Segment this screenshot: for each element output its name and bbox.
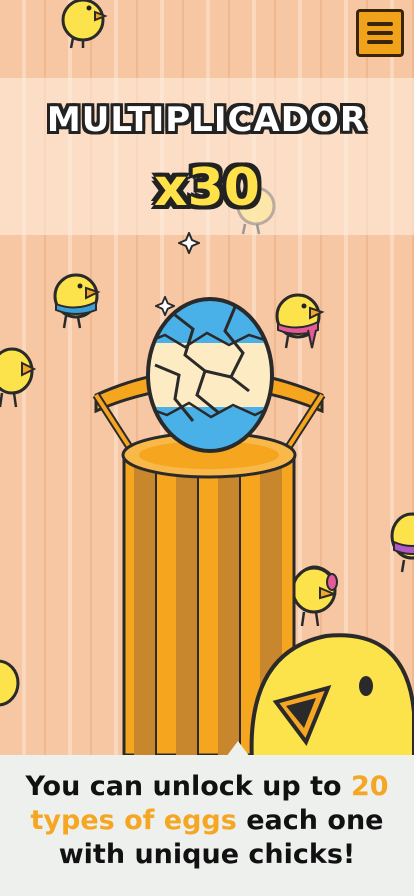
caption-text: each one	[236, 805, 384, 836]
hamburger-menu-icon	[367, 40, 393, 44]
chick-sprite	[0, 347, 37, 408]
mascot-chick	[249, 633, 414, 762]
caption-text: You can unlock up to	[25, 771, 351, 802]
caption-highlight: 20	[350, 771, 389, 802]
sparkle-icon	[178, 232, 200, 254]
chick-sprite	[390, 512, 414, 573]
chick-sprite	[275, 293, 325, 349]
chick-sprite	[0, 659, 20, 707]
menu-button[interactable]	[356, 9, 404, 57]
cracked-egg[interactable]	[145, 295, 275, 455]
caption-line-1: You can unlock up to 20	[0, 770, 414, 804]
caption-line-3: with unique chicks!	[58, 839, 356, 870]
chick-sprite	[53, 273, 101, 329]
hamburger-menu-icon	[367, 22, 393, 26]
promo-caption: You can unlock up to 20 types of eggs ea…	[0, 770, 414, 872]
hamburger-menu-icon	[367, 31, 393, 35]
caption-highlight: types of eggs	[30, 805, 237, 836]
caption-line-2: types of eggs each one	[0, 804, 414, 838]
chick-sprite	[61, 0, 108, 49]
multiplier-title: MULTIPLICADOR	[46, 100, 368, 140]
multiplier-value: x30	[154, 158, 260, 218]
